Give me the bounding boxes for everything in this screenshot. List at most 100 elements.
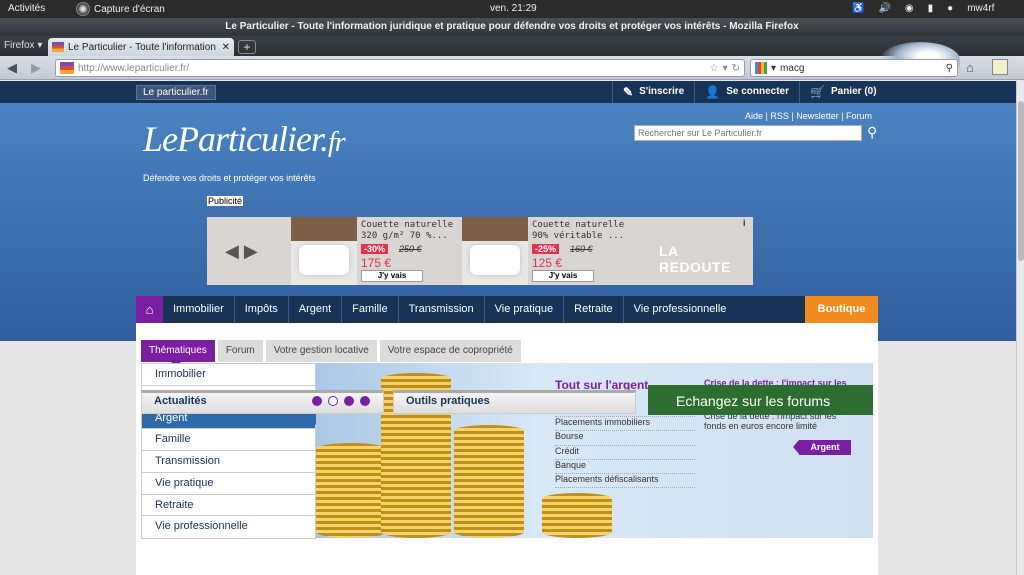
web-page: Le particulier.fr ✎ S'inscrire 👤 Se connec… <box>0 81 1016 575</box>
activities-button[interactable]: Activités <box>8 3 45 14</box>
nav-item-argent[interactable]: Argent <box>289 296 343 323</box>
engine-dropdown-icon[interactable]: ▾ <box>771 63 776 74</box>
ad-cta-button[interactable]: J'y vais <box>361 270 423 282</box>
link-bourse[interactable]: Bourse <box>555 431 695 446</box>
forum-banner[interactable]: Echangez sur les forums <box>648 385 873 415</box>
site-brand-link[interactable]: Le particulier.fr <box>136 85 216 100</box>
carousel-dot[interactable] <box>360 396 370 406</box>
back-arrow-icon[interactable]: ◀ <box>7 60 17 76</box>
nav-item-impots[interactable]: Impôts <box>235 296 289 323</box>
carousel-dots <box>312 396 370 406</box>
logo-tld: fr <box>327 127 346 158</box>
advertiser-name: LA REDOUTE <box>659 243 731 275</box>
carousel-arrows-icon[interactable]: ◀ ▶ <box>225 241 258 262</box>
volume-icon[interactable]: 🔊 <box>878 2 890 16</box>
battery-icon[interactable]: ▮ <box>928 2 934 16</box>
content-tabs: Thématiques Forum Votre gestion locative… <box>141 340 521 367</box>
tools-box-title: Outils pratiques <box>406 395 490 407</box>
link-banque[interactable]: Banque <box>555 460 695 474</box>
product-name: Couette naturelle 320 g/m² 70 %... <box>361 220 454 241</box>
home-icon[interactable]: ⌂ <box>966 60 974 75</box>
theme-item-retraite[interactable]: Retraite <box>142 494 315 517</box>
link-credit[interactable]: Crédit <box>555 446 695 460</box>
signup-label: S'inscrire <box>639 86 685 97</box>
theme-item-immobilier[interactable]: Immobilier <box>142 364 315 386</box>
dropdown-arrow-icon[interactable]: ▾ <box>723 63 728 74</box>
ad-product-1[interactable]: Couette naturelle 320 g/m² 70 %... -30% … <box>291 217 461 285</box>
url-bar[interactable]: http://www.leparticulier.fr/ ☆ ▾ ↻ <box>55 59 745 77</box>
site-logo[interactable]: LeParticulier.fr <box>143 118 346 160</box>
carousel-dot[interactable] <box>312 396 322 406</box>
tab-strip: Firefox ▾ Le Particulier - Toute l'infor… <box>0 36 1024 56</box>
forward-arrow-icon[interactable]: ▶ <box>31 60 41 76</box>
theme-item-transmission[interactable]: Transmission <box>142 451 315 473</box>
tools-box-header: Outils pratiques <box>393 390 636 414</box>
duvet-image <box>291 217 357 285</box>
ad-product-2[interactable]: Couette naturelle 90% véritable ... -25%… <box>462 217 632 285</box>
cart-link[interactable]: 🛒 Panier (0) <box>799 81 887 103</box>
link-placements-defiscalisants[interactable]: Placements défiscalisants <box>555 474 695 489</box>
theme-item-vie-pratique[interactable]: Vie pratique <box>142 472 315 495</box>
tab-gestion-locative[interactable]: Votre gestion locative <box>265 340 377 362</box>
nav-item-famille[interactable]: Famille <box>342 296 399 323</box>
user-icon: 👤 <box>705 85 721 99</box>
browser-tab[interactable]: Le Particulier - Toute l'information jur… <box>48 38 234 56</box>
duvet-image <box>462 217 528 285</box>
pencil-icon: ✎ <box>623 85 634 99</box>
accessibility-icon[interactable]: ♿ <box>852 2 864 16</box>
reload-icon[interactable]: ↻ <box>732 63 740 74</box>
product-name: Couette naturelle 90% véritable ... <box>532 220 625 241</box>
site-search-input[interactable] <box>634 125 862 141</box>
clock[interactable]: ven. 21:29 <box>490 3 537 14</box>
tab-forum[interactable]: Forum <box>217 340 263 362</box>
boutique-button[interactable]: Boutique <box>805 296 878 323</box>
chat-icon[interactable]: ● <box>947 2 953 16</box>
user-menu[interactable]: mw4rf <box>967 2 994 16</box>
nav-item-transmission[interactable]: Transmission <box>399 296 485 323</box>
new-tab-button[interactable]: + <box>238 40 256 54</box>
link-placements-immobiliers[interactable]: Placements immobiliers <box>555 417 695 432</box>
browser-tab-title: Le Particulier - Toute l'information jur… <box>68 41 218 53</box>
nav-item-immobilier[interactable]: Immobilier <box>163 296 235 323</box>
close-tab-icon[interactable]: ✕ <box>222 42 230 53</box>
bookmarks-icon[interactable] <box>992 59 1008 75</box>
nav-item-retraite[interactable]: Retraite <box>564 296 624 323</box>
carousel-dot-active[interactable] <box>328 396 338 406</box>
carousel-dot[interactable] <box>344 396 354 406</box>
discount-badge: -30% <box>361 244 389 254</box>
firefox-menu-label: Firefox <box>4 40 35 51</box>
nav-item-vie-professionnelle[interactable]: Vie professionnelle <box>624 296 737 323</box>
theme-item-famille[interactable]: Famille <box>142 429 315 451</box>
firefox-menu-button[interactable]: Firefox ▾ <box>4 40 42 51</box>
app-menu[interactable]: Capture d'écran <box>76 0 165 18</box>
site-identity-icon[interactable] <box>60 62 74 74</box>
bookmark-star-icon[interactable]: ☆ <box>710 63 719 74</box>
theme-item-vie-professionnelle[interactable]: Vie professionnelle <box>142 516 315 538</box>
site-search-icon[interactable]: ⚲ <box>867 124 877 141</box>
vertical-scrollbar[interactable] <box>1016 81 1024 575</box>
tab-thematiques[interactable]: Thématiques <box>141 340 215 367</box>
ad-info-icon[interactable]: i <box>743 218 746 228</box>
content-area: Thématiques Forum Votre gestion locative… <box>136 323 878 575</box>
search-query[interactable]: macg <box>780 63 942 74</box>
ad-cta-button[interactable]: J'y vais <box>532 270 594 282</box>
google-engine-icon[interactable] <box>755 62 767 74</box>
banner-links: Assurance vie Placements immobiliers Bou… <box>555 403 695 489</box>
magnifier-icon[interactable]: ⚲ <box>946 63 953 74</box>
url-text[interactable]: http://www.leparticulier.fr/ <box>78 63 706 74</box>
home-icon[interactable]: ⌂ <box>136 296 163 323</box>
tab-copropriete[interactable]: Votre espace de copropriété <box>379 340 521 362</box>
login-link[interactable]: 👤 Se connecter <box>694 81 799 103</box>
discount-badge: -25% <box>532 244 560 254</box>
cart-icon: 🛒 <box>810 85 825 99</box>
utility-links[interactable]: Aide | RSS | Newsletter | Forum <box>745 111 872 121</box>
wifi-icon[interactable]: ◉ <box>905 2 914 16</box>
nav-item-vie-pratique[interactable]: Vie pratique <box>485 296 565 323</box>
search-bar[interactable]: ▾ macg ⚲ <box>750 59 958 77</box>
ad-banner[interactable]: ◀ ▶ Couette naturelle 320 g/m² 70 %... -… <box>207 217 753 285</box>
scrollbar-thumb[interactable] <box>1018 101 1024 261</box>
login-label: Se connecter <box>726 86 790 97</box>
new-price: 125 € <box>532 256 563 270</box>
argent-button[interactable]: Argent <box>793 440 851 455</box>
signup-link[interactable]: ✎ S'inscrire <box>612 81 694 103</box>
